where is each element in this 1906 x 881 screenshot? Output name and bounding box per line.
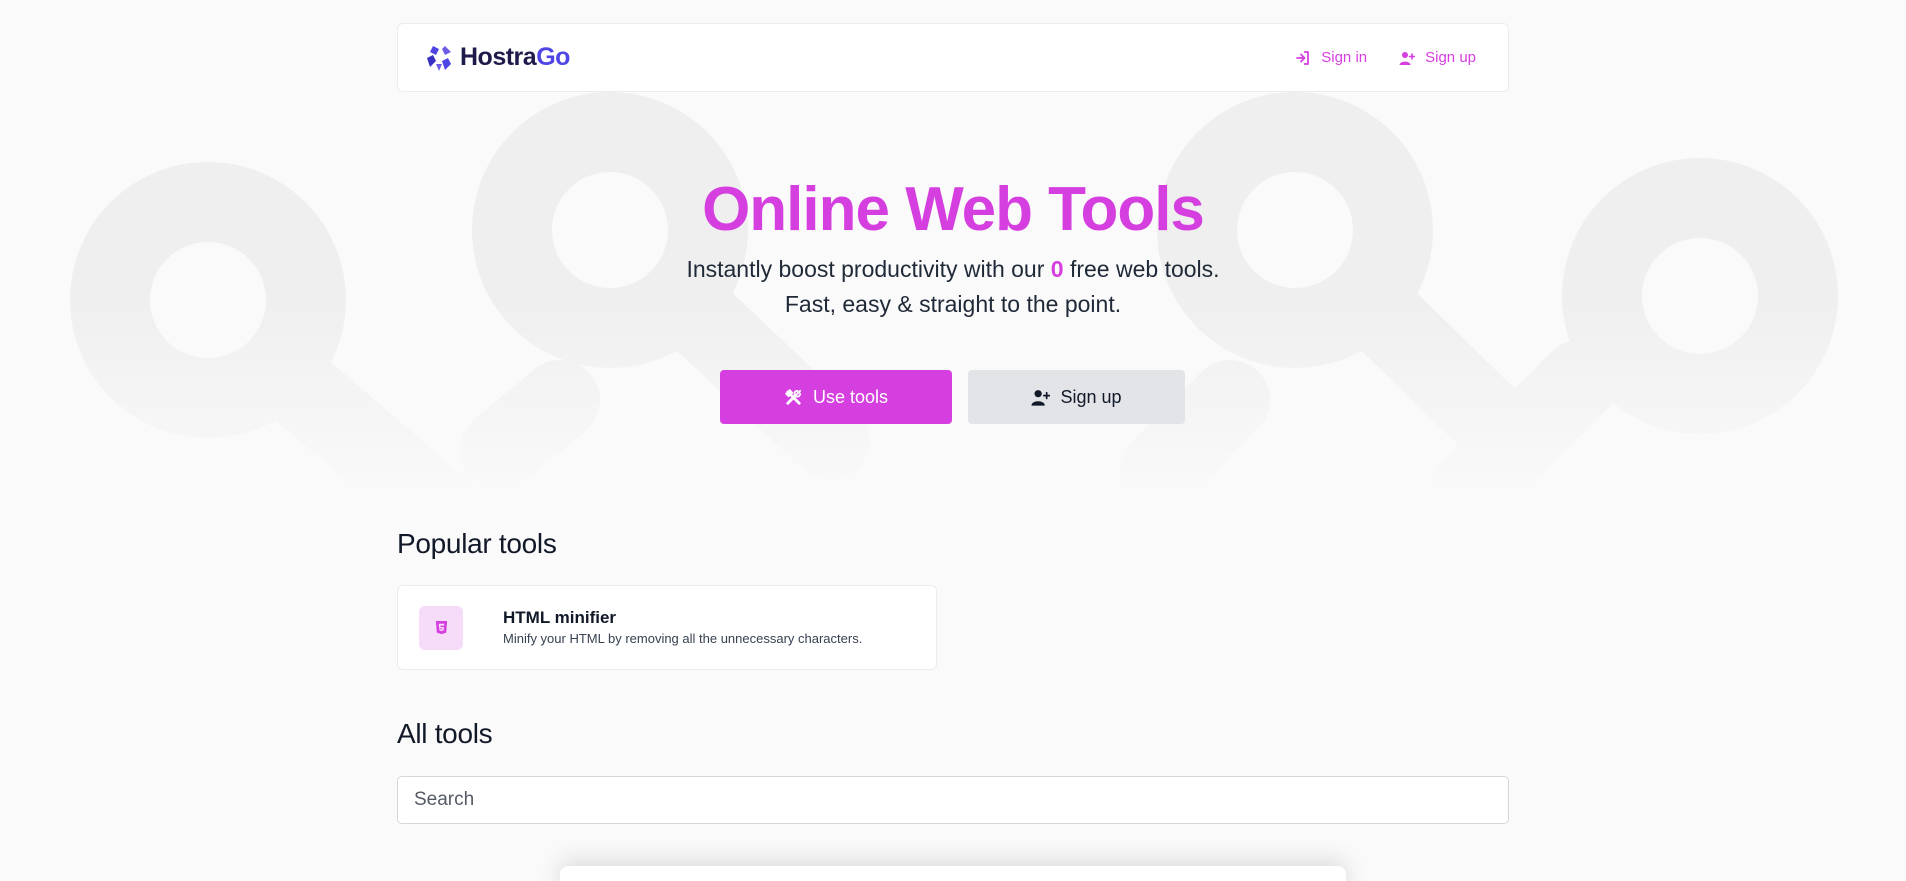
sign-in-icon bbox=[1296, 50, 1310, 65]
tool-description: Minify your HTML by removing all the unn… bbox=[503, 631, 863, 646]
hero-sign-up-button[interactable]: Sign up bbox=[968, 370, 1185, 424]
sign-up-label: Sign up bbox=[1425, 49, 1476, 66]
hero-subtitle-after: free web tools. bbox=[1063, 256, 1220, 282]
html5-icon bbox=[435, 620, 447, 635]
hero-subtitle: Instantly boost productivity with our 0 … bbox=[0, 252, 1906, 322]
brand-name-main: Hostra bbox=[460, 43, 537, 71]
brand-logo[interactable]: HostraGo bbox=[424, 43, 570, 73]
tools-icon bbox=[785, 388, 802, 405]
brand-name-accent: Go bbox=[536, 43, 570, 71]
sign-in-label: Sign in bbox=[1321, 49, 1368, 66]
hero-title: Online Web Tools bbox=[702, 175, 1205, 244]
tool-name: HTML minifier bbox=[503, 608, 617, 627]
hero-subtitle-before: Instantly boost productivity with our bbox=[686, 256, 1051, 282]
tools-list-card bbox=[560, 866, 1346, 881]
user-plus-icon bbox=[1399, 51, 1416, 65]
hostrago-logo-icon bbox=[424, 43, 454, 73]
all-tools-title: All tools bbox=[397, 718, 493, 749]
hero-subtitle-line1: Instantly boost productivity with our 0 … bbox=[0, 252, 1906, 287]
tool-icon-box bbox=[419, 605, 463, 650]
tool-card-html-minifier[interactable]: HTML minifier Minify your HTML by removi… bbox=[397, 585, 937, 670]
use-tools-button[interactable]: Use tools bbox=[720, 370, 952, 424]
sign-up-link[interactable]: Sign up bbox=[1399, 49, 1476, 66]
brand-name: HostraGo bbox=[460, 43, 570, 72]
popular-tools-title: Popular tools bbox=[397, 528, 557, 559]
hero-subtitle-line2: Fast, easy & straight to the point. bbox=[784, 291, 1122, 317]
page: HostraGo Sign in Sign up Online Web Tool… bbox=[0, 0, 1906, 881]
hero-buttons: Use tools Sign up bbox=[720, 370, 1185, 424]
sign-in-link[interactable]: Sign in bbox=[1295, 49, 1367, 66]
navbar: HostraGo Sign in Sign up bbox=[397, 23, 1509, 92]
search-input[interactable] bbox=[397, 776, 1509, 824]
hero-sign-up-label: Sign up bbox=[1060, 386, 1122, 407]
user-plus-icon bbox=[1031, 389, 1051, 406]
tool-text: HTML minifier Minify your HTML by removi… bbox=[503, 607, 862, 648]
use-tools-label: Use tools bbox=[812, 386, 889, 407]
nav-links: Sign in Sign up bbox=[1295, 49, 1476, 66]
tool-count: 0 bbox=[1050, 256, 1064, 282]
